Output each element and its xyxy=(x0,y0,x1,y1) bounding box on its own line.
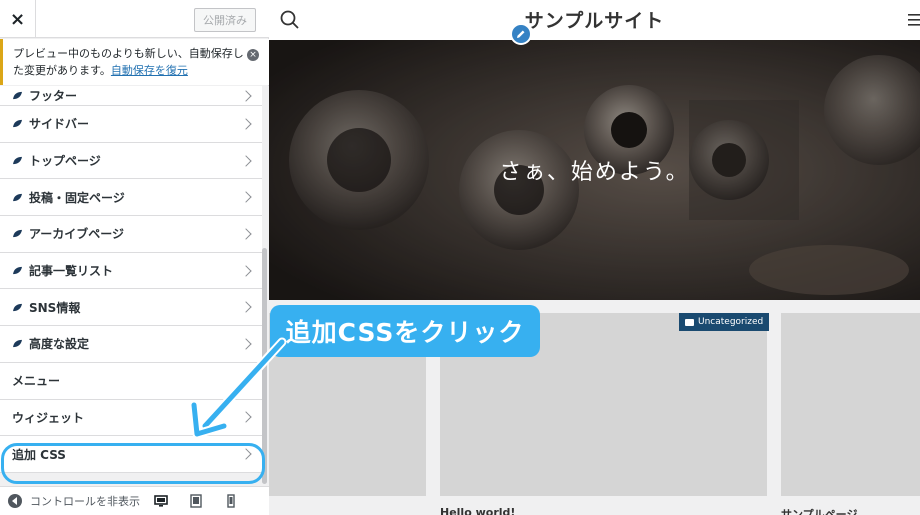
menu-item-label: SNS情報 xyxy=(29,300,81,315)
additional-css-highlight xyxy=(1,443,265,484)
chevron-right-icon xyxy=(240,411,252,424)
panel-footer: コントロールを非表示 xyxy=(0,486,269,515)
menu-item-label: サイドバー xyxy=(29,117,90,132)
hero-heading: さぁ、始めよう。 xyxy=(499,160,690,185)
customizer-screen: × 公開済み プレビュー中のものよりも新しい、自動保存した変更があります。自動保… xyxy=(0,0,920,515)
chevron-right-icon xyxy=(240,154,252,167)
menu-item-label: 記事一覧リスト xyxy=(29,264,114,279)
chevron-right-icon xyxy=(240,228,252,240)
menu-item-top-page[interactable]: トップページ xyxy=(0,142,262,180)
leaf-icon xyxy=(13,303,22,311)
post-card-thumbnail[interactable] xyxy=(781,313,920,496)
menu-item-label: 投稿・固定ページ xyxy=(29,190,125,205)
menu-item-label: メニュー xyxy=(12,374,61,389)
menu-item-sidebar[interactable]: サイドバー xyxy=(0,106,262,143)
restore-autosave-link[interactable]: 自動保存を復元 xyxy=(111,64,188,77)
customizer-menu: フッター サイドバー トップページ 投稿・固定ページ アーカイブページ 記事一覧… xyxy=(0,86,262,473)
leaf-icon xyxy=(13,230,22,238)
autosave-notice: プレビュー中のものよりも新しい、自動保存した変更があります。自動保存を復元 × xyxy=(0,39,269,85)
category-label: Uncategorized xyxy=(698,317,764,327)
callout-instruction: 追加CSSをクリック xyxy=(270,305,540,357)
menu-item-label: トップページ xyxy=(29,154,101,169)
publish-button[interactable]: 公開済み xyxy=(194,8,256,32)
chevron-right-icon xyxy=(240,118,252,130)
chevron-right-icon xyxy=(240,301,252,313)
hamburger-menu-icon[interactable] xyxy=(908,12,920,28)
panel-scrollbar-thumb[interactable] xyxy=(262,248,267,484)
dismiss-notice-icon[interactable]: × xyxy=(247,49,259,61)
category-badge[interactable]: Uncategorized xyxy=(679,313,770,331)
menu-item-widgets[interactable]: ウィジェット xyxy=(0,399,262,437)
menu-item-posts-pages[interactable]: 投稿・固定ページ xyxy=(0,179,262,217)
menu-item-post-list[interactable]: 記事一覧リスト xyxy=(0,252,262,290)
chevron-right-icon xyxy=(240,338,252,350)
close-customizer-button[interactable]: × xyxy=(0,0,36,38)
leaf-icon xyxy=(13,156,22,165)
leaf-icon xyxy=(13,91,22,100)
desktop-preview-icon[interactable] xyxy=(154,494,168,508)
leaf-icon xyxy=(13,266,22,275)
menu-item-label: 高度な設定 xyxy=(29,337,90,352)
menu-item-label: フッター xyxy=(29,89,78,103)
tablet-preview-icon[interactable] xyxy=(189,494,203,508)
menu-item-footer[interactable]: フッター xyxy=(0,86,262,106)
leaf-icon xyxy=(13,193,22,201)
chevron-right-icon xyxy=(240,264,252,277)
customizer-panel: × 公開済み プレビュー中のものよりも新しい、自動保存した変更があります。自動保… xyxy=(0,0,269,515)
menu-item-label: ウィジェット xyxy=(12,410,85,425)
folder-icon xyxy=(685,318,694,326)
panel-header: × 公開済み xyxy=(0,0,269,38)
close-icon: × xyxy=(9,8,26,30)
chevron-right-icon xyxy=(240,374,252,387)
leaf-icon xyxy=(13,120,22,128)
edit-site-title-button[interactable] xyxy=(510,23,532,45)
hide-controls-label[interactable]: コントロールを非表示 xyxy=(30,493,140,509)
post-title[interactable]: サンプルページ xyxy=(781,506,857,515)
menu-item-archive[interactable]: アーカイブページ xyxy=(0,216,262,253)
menu-item-label: アーカイブページ xyxy=(29,227,125,242)
chevron-right-icon xyxy=(240,89,252,102)
hero-image: さぁ、始めよう。 xyxy=(269,40,920,300)
mobile-preview-icon[interactable] xyxy=(224,494,238,508)
site-header: サンプルサイト xyxy=(269,0,920,40)
site-preview: サンプルサイト さぁ、始めよう。 Uncategorized Hello wor… xyxy=(269,0,920,515)
site-title[interactable]: サンプルサイト xyxy=(269,6,920,33)
chevron-right-icon xyxy=(240,191,252,203)
pencil-icon xyxy=(517,30,525,38)
menu-item-menus[interactable]: メニュー xyxy=(0,362,262,400)
menu-item-advanced[interactable]: 高度な設定 xyxy=(0,326,262,363)
collapse-icon[interactable] xyxy=(8,494,22,508)
leaf-icon xyxy=(13,340,22,348)
post-title[interactable]: Hello world! xyxy=(440,506,515,515)
menu-item-sns[interactable]: SNS情報 xyxy=(0,289,262,327)
